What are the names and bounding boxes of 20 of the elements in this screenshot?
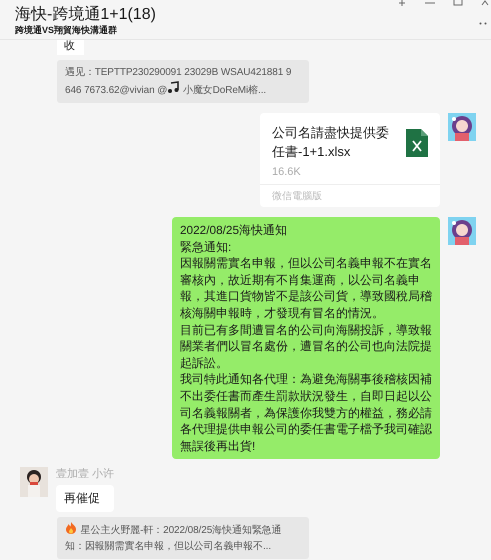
minimize-icon[interactable] [425, 0, 435, 6]
file-size: 16.6K [272, 166, 302, 178]
message-bubble: 再催促 [56, 485, 114, 512]
group-subtitle: 跨境通VS翔貿海快溝通群 [15, 25, 118, 36]
more-icon[interactable] [479, 22, 487, 25]
message-bubble: 收 [57, 40, 84, 55]
file-source: 微信電腦版 [260, 184, 440, 207]
collapse-icon[interactable] [481, 0, 489, 6]
music-note-icon [167, 81, 180, 95]
quoted-message: 星公主火野麗-軒：2022/08/25海快通知緊急通知：因報關需實名申報，但以公司名義申報不... [57, 516, 309, 559]
window-title: 海快-跨境通1+1(18) [15, 4, 156, 25]
fire-icon [65, 520, 77, 535]
file-card[interactable]: 公司名請盡快提供委任書-1+1.xlsx 16.6K 微信電腦版 [260, 113, 440, 207]
pin-icon[interactable] [397, 0, 407, 6]
quoted-message: 遇见：TEPTTP230290091 23029B WSAU421881 9 646 7673.62@vivian @ 小魔女DoReMi榕... [57, 60, 309, 103]
maximize-icon[interactable] [453, 0, 463, 6]
sender-name: 壹加壹 小许 [56, 467, 114, 482]
message-bubble: 2022/08/25海快通知 緊急通知: 因報關需實名申報，但以公司名義申報不在實名審核內，故近期有不肖集運商，以公司名義申報，其進口貨物皆不是該公司貨，導致國稅局稽核海關申報時，才發現有冒名的情況。 目前已有多間遭冒名的公司向海關投訴，導致報關業者們以冒名處份，遭冒名的公司也向法院提起訴訟。 我司特此通知各代理：為避免海關事後稽核因補不出委任書而產生罰款狀況發生，自即日起以公司名義報關者，為保護你我雙方的權益，務必請各代理提供申報公司的委任書電子檔予我司確認無誤後再出貨! [172, 217, 440, 460]
file-name: 公司名請盡快提供委任書-1+1.xlsx [272, 124, 390, 161]
spreadsheet-file-icon [406, 129, 428, 157]
